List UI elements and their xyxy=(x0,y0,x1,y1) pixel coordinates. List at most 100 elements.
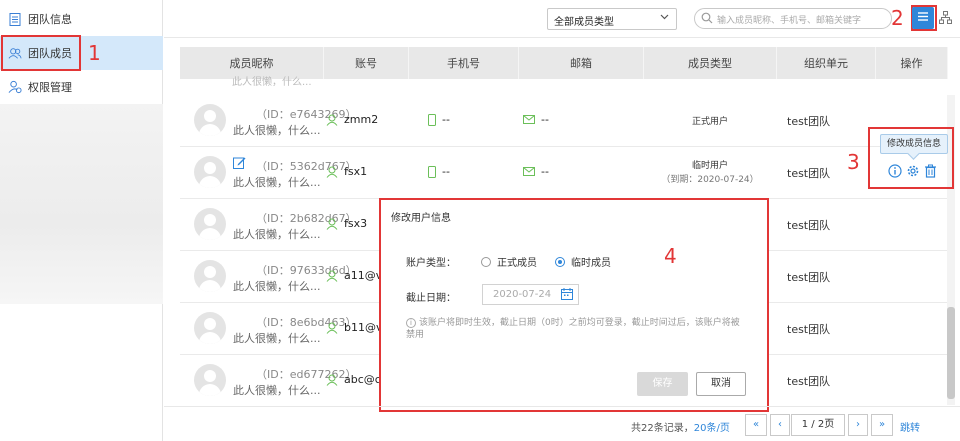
per-page-select[interactable]: 20条/页 xyxy=(694,423,730,434)
radio-temp-member[interactable]: 临时成员 xyxy=(555,254,611,269)
expire-date-label: 截止日期： xyxy=(406,293,456,304)
annotation-number-1: 1 xyxy=(88,41,101,65)
sidebar-item-label: 权限管理 xyxy=(28,81,72,94)
org-unit: test团队 xyxy=(787,271,831,284)
edit-user-dialog: 修改用户信息 账户类型： 正式成员 临时成员 截止日期： 2020-07-24 … xyxy=(381,200,767,410)
mail-icon xyxy=(523,167,535,176)
prev-page-button[interactable]: ‹ xyxy=(770,414,790,436)
hint-message: 该账户将即时生效，截止日期（0时）之前均可登录，截止时间过后，该账户将被禁用 xyxy=(406,318,740,340)
radio-label: 临时成员 xyxy=(571,258,611,269)
cancel-button[interactable]: 取消 xyxy=(696,372,746,396)
pagination: 共22条记录，20条/页 « ‹ 1 / 2页 › » 跳转 xyxy=(164,406,960,441)
list-view-button[interactable] xyxy=(912,7,934,29)
mail-icon xyxy=(523,115,535,124)
date-value: 2020-07-24 xyxy=(493,289,552,300)
org-unit: test团队 xyxy=(787,115,831,128)
org-unit: test团队 xyxy=(787,167,831,180)
account-text: fsx1 xyxy=(344,165,368,178)
first-page-button[interactable]: « xyxy=(745,414,767,436)
search-placeholder: 输入成员昵称、手机号、邮箱关键字 xyxy=(717,16,862,26)
user-icon xyxy=(326,114,338,126)
avatar xyxy=(194,312,226,344)
calendar-icon[interactable] xyxy=(561,288,573,303)
hint-text: i 该账户将即时生效，截止日期（0时）之前均可登录，截止时间过后，该账户将被禁用 xyxy=(406,317,746,341)
member-desc: 此人很懒，什么... xyxy=(233,176,321,189)
phone-text: -- xyxy=(442,113,450,126)
avatar xyxy=(194,156,226,188)
member-type: 临时用户 （到期：2020-07-24） xyxy=(645,159,775,187)
page-info: 1 / 2页 xyxy=(791,414,845,436)
document-icon xyxy=(8,12,22,26)
avatar xyxy=(194,260,226,292)
account-text: zmm2 xyxy=(344,113,379,126)
expire-date-input[interactable]: 2020-07-24 xyxy=(482,284,579,305)
account-cell: fsx1 xyxy=(326,165,367,178)
user-icon xyxy=(326,270,338,282)
scrollbar-thumb[interactable] xyxy=(947,307,955,399)
org-unit: test团队 xyxy=(787,323,831,336)
sidebar-item-permissions[interactable]: 权限管理 xyxy=(0,70,163,104)
radio-formal-member[interactable]: 正式成员 xyxy=(481,254,537,269)
avatar xyxy=(194,104,226,136)
phone-cell: -- xyxy=(428,165,450,178)
member-type-select[interactable]: 全部成员类型 xyxy=(547,8,677,30)
account-cell: zmm2 xyxy=(326,113,378,126)
row-actions xyxy=(888,164,937,181)
column-header-member-type[interactable]: 成员类型 xyxy=(644,47,777,79)
user-icon xyxy=(326,374,338,386)
search-input[interactable]: 输入成员昵称、手机号、邮箱关键字 xyxy=(694,8,892,29)
member-desc: 此人很懒，什么... xyxy=(233,124,321,137)
jump-link[interactable]: 跳转 xyxy=(900,419,920,434)
radio-label: 正式成员 xyxy=(497,258,537,269)
column-header-account[interactable]: 账号 xyxy=(324,47,409,79)
column-header-phone[interactable]: 手机号 xyxy=(409,47,519,79)
blurred-area xyxy=(0,104,163,304)
member-type-label: 临时用户 xyxy=(691,161,728,171)
phone-icon xyxy=(428,113,436,126)
phone-text: -- xyxy=(442,165,450,178)
member-type-expiry: （到期：2020-07-24） xyxy=(661,175,759,185)
avatar xyxy=(194,364,226,396)
edit-icon[interactable] xyxy=(233,156,246,172)
save-button[interactable]: 保存 xyxy=(637,372,688,396)
sidebar-item-team-info[interactable]: 团队信息 xyxy=(0,2,163,36)
phone-icon xyxy=(428,165,436,178)
column-header-email[interactable]: 邮箱 xyxy=(519,47,644,79)
email-cell: -- xyxy=(523,113,549,126)
member-desc: 此人很懒，什么... xyxy=(233,332,321,345)
user-icon xyxy=(326,166,338,178)
member-type-select-value: 全部成员类型 xyxy=(554,17,614,28)
toolbar: 全部成员类型 输入成员昵称、手机号、邮箱关键字 xyxy=(164,0,960,38)
email-text: -- xyxy=(541,113,549,126)
column-header-org-unit[interactable]: 组织单元 xyxy=(777,47,876,79)
member-type: 正式用户 xyxy=(691,117,728,127)
account-text: a11@v xyxy=(344,269,383,282)
last-page-button[interactable]: » xyxy=(871,414,893,436)
pagination-total: 共22条记录，20条/页 xyxy=(631,419,730,434)
table-row[interactable]: （ID：5362d767） 此人很懒，什么... fsx1 -- -- 临时用户… xyxy=(180,147,948,199)
account-cell: a11@v xyxy=(326,269,382,282)
account-type-label: 账户类型： xyxy=(406,258,456,269)
info-icon[interactable] xyxy=(888,164,902,181)
org-unit: test团队 xyxy=(787,375,831,388)
column-header-actions: 操作 xyxy=(876,47,948,79)
org-unit: test团队 xyxy=(787,219,831,232)
dialog-title: 修改用户信息 xyxy=(391,213,451,224)
table-row[interactable]: （ID：e7643269） 此人很懒，什么... zmm2 -- -- 正式用户… xyxy=(180,95,948,147)
account-cell: abc@c xyxy=(326,373,381,386)
user-icon xyxy=(326,218,338,230)
account-text: b11@v xyxy=(344,321,383,334)
next-page-button[interactable]: › xyxy=(848,414,868,436)
radio-unchecked-icon xyxy=(481,256,491,267)
sidebar-item-label: 团队信息 xyxy=(28,13,72,26)
info-icon: i xyxy=(406,318,416,328)
member-desc: 此人很懒，什么... xyxy=(233,384,321,397)
gear-icon[interactable] xyxy=(906,164,920,181)
phone-cell: -- xyxy=(428,113,450,126)
search-icon xyxy=(701,12,713,27)
trash-icon[interactable] xyxy=(924,164,937,181)
org-chart-icon[interactable] xyxy=(939,11,952,27)
user-settings-icon xyxy=(8,80,22,94)
account-cell: fsx3 xyxy=(326,217,367,230)
annotation-number-3: 3 xyxy=(847,150,860,174)
